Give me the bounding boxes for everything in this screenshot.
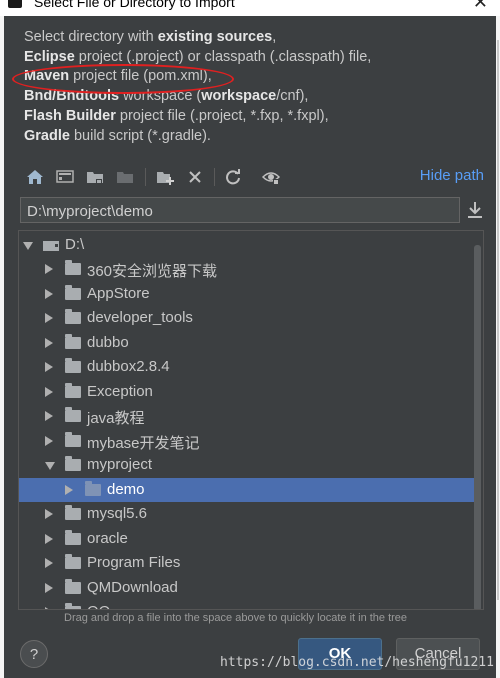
tree-row-label: QQ — [87, 603, 110, 609]
project-folder-icon[interactable] — [84, 166, 106, 188]
folder-icon — [65, 578, 81, 594]
chevron-right-icon[interactable] — [45, 582, 53, 593]
chevron-down-icon[interactable] — [45, 462, 55, 470]
drag-drop-hint: Drag and drop a file into the space abov… — [64, 612, 408, 624]
tree-row-label: QMDownload — [87, 578, 178, 596]
tree-row-label: mysql5.6 — [87, 505, 148, 522]
chevron-right-icon[interactable] — [45, 288, 53, 299]
folder-icon — [65, 333, 81, 349]
refresh-icon[interactable] — [222, 166, 244, 188]
chevron-right-icon[interactable] — [45, 313, 53, 323]
tree-row[interactable]: myproject — [19, 453, 481, 477]
path-input[interactable] — [20, 197, 460, 223]
chevron-right-icon[interactable] — [65, 484, 73, 495]
tree-row[interactable]: mysql5.6 — [19, 502, 481, 526]
folder-icon — [65, 358, 81, 373]
module-folder-icon[interactable] — [114, 166, 136, 188]
watermark: https://blog.csdn.net/heshengfu1211 — [220, 655, 494, 670]
hide-path-link[interactable]: Hide path — [420, 167, 484, 184]
chevron-right-icon[interactable] — [45, 264, 53, 274]
help-button[interactable]: ? — [20, 640, 48, 668]
tree-row[interactable]: demo — [19, 477, 481, 502]
maven-highlight-annotation — [12, 64, 234, 94]
tree-row-root[interactable]: D:\ — [19, 233, 481, 257]
tree-row-label: dubbox2.8.4 — [87, 358, 170, 375]
tree-row[interactable]: dubbo — [19, 331, 481, 355]
new-folder-icon[interactable] — [154, 166, 176, 188]
tree-row[interactable]: mybase开发笔记 — [19, 429, 481, 453]
window-title: Select File or Directory to Import — [34, 0, 235, 10]
background-window-edge-right — [496, 16, 500, 678]
tree-row-label: dubbo — [87, 333, 129, 351]
folder-icon — [65, 284, 81, 300]
folder-icon — [65, 407, 81, 422]
chevron-right-icon[interactable] — [45, 607, 53, 609]
desc-line-gradle: Gradle build script (*.gradle). — [24, 127, 211, 144]
chevron-down-icon[interactable] — [23, 242, 33, 250]
desc-line-existing-sources: Select directory with existing sources, — [24, 29, 277, 45]
file-tree[interactable]: D:\ 360安全浏览器下载 AppStore developer_toolsdub… — [18, 230, 484, 610]
folder-icon — [65, 309, 81, 324]
tree-row-label: myproject — [87, 456, 153, 473]
chevron-right-icon[interactable] — [45, 411, 53, 421]
desc-line-flash-builder: Flash Builder project file (.project, *.… — [24, 107, 329, 124]
home-icon[interactable] — [24, 166, 46, 188]
drive-icon — [43, 241, 59, 251]
tree-row[interactable]: developer_tools — [19, 306, 481, 330]
tree-row[interactable]: java教程 — [19, 404, 481, 428]
chevron-right-icon[interactable] — [45, 533, 53, 544]
tree-row-label: developer_tools — [87, 309, 193, 326]
folder-icon — [85, 480, 101, 496]
tree-row[interactable]: Exception — [19, 380, 481, 404]
folder-icon — [65, 603, 81, 609]
intellij-app-icon — [8, 0, 22, 8]
tree-row-label: 360安全浏览器下载 — [87, 263, 218, 280]
tree-row-label: mybase开发笔记 — [87, 434, 200, 452]
chevron-right-icon[interactable] — [45, 509, 53, 519]
tree-row-label: java教程 — [87, 410, 145, 427]
chevron-right-icon[interactable] — [45, 386, 53, 397]
tree-row-label: Exception — [87, 382, 153, 400]
folder-icon — [65, 554, 81, 569]
chevron-right-icon[interactable] — [45, 558, 53, 568]
folder-icon — [65, 529, 81, 545]
tree-row-label: D:\ — [65, 236, 85, 253]
tree-row[interactable]: 360安全浏览器下载 — [19, 257, 481, 281]
folder-icon — [65, 382, 81, 398]
folder-icon — [65, 505, 81, 520]
folder-icon — [65, 260, 81, 275]
tree-row-label: oracle — [87, 529, 128, 547]
tree-row[interactable]: oracle — [19, 527, 481, 551]
tree-scrollbar[interactable] — [474, 245, 481, 609]
chevron-right-icon[interactable] — [45, 337, 53, 348]
tree-row[interactable]: Program Files — [19, 551, 481, 575]
tree-row[interactable]: dubbox2.8.4 — [19, 355, 481, 379]
download-icon[interactable] — [466, 200, 484, 220]
tree-row-label: demo — [107, 480, 145, 498]
tree-row[interactable]: AppStore — [19, 282, 481, 306]
tree-row[interactable]: QMDownload — [19, 576, 481, 600]
chevron-right-icon[interactable] — [45, 435, 53, 446]
folder-icon — [65, 456, 81, 471]
tree-row-label: AppStore — [87, 284, 150, 302]
close-icon[interactable]: ✕ — [473, 0, 488, 13]
chevron-right-icon[interactable] — [45, 362, 53, 372]
file-chooser-toolbar: Hide path — [24, 164, 486, 192]
tree-row[interactable]: QQ — [19, 600, 481, 609]
tree-row-label: Program Files — [87, 554, 181, 571]
delete-icon[interactable] — [184, 166, 206, 188]
show-hidden-icon[interactable] — [260, 166, 282, 188]
title-bar: Select File or Directory to Import ✕ — [0, 0, 500, 16]
background-window-edge-left — [0, 16, 4, 678]
folder-icon — [65, 431, 81, 447]
desktop-icon[interactable] — [54, 166, 76, 188]
